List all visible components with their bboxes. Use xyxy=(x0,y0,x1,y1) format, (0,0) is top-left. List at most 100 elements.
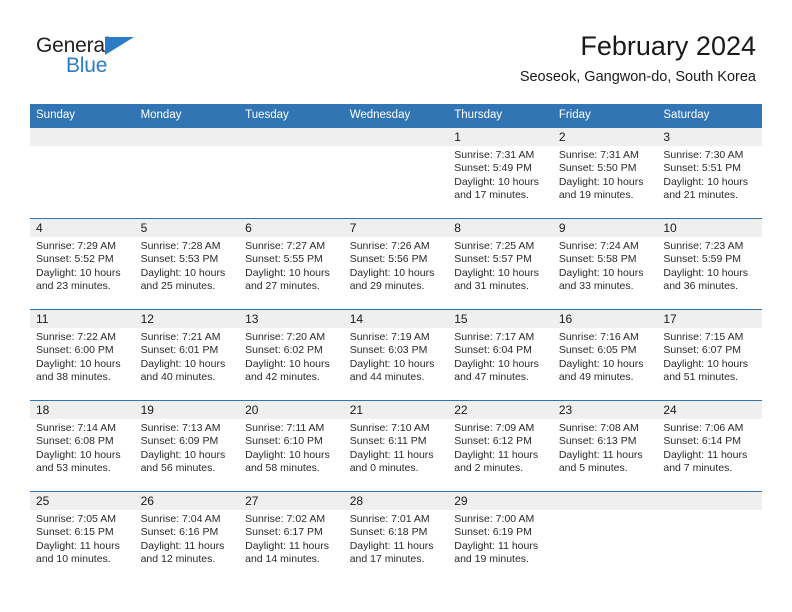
calendar-day-cell[interactable]: 25 Sunrise: 7:05 AM Sunset: 6:15 PM Dayligh… xyxy=(30,491,135,582)
calendar-day-cell[interactable]: 3 Sunrise: 7:30 AM Sunset: 5:51 PM Daylight… xyxy=(657,127,762,219)
calendar-day-cell[interactable]: 1 Sunrise: 7:31 AM Sunset: 5:49 PM Daylight… xyxy=(448,127,553,219)
daylight-duration-line-1: Daylight: 10 hours xyxy=(140,266,226,279)
calendar-header-row: Sunday Monday Tuesday Wednesday Thursday Frid… xyxy=(30,104,762,128)
sunset-time: Sunset: 6:00 PM xyxy=(36,344,114,357)
sunrise-time: Sunrise: 7:23 AM xyxy=(663,240,744,252)
day-details: Sunrise: 7:02 AM Sunset: 6:17 PM Daylight:… xyxy=(239,510,344,567)
daylight-duration-line-2: and 7 minutes. xyxy=(663,462,733,475)
day-number: 16 xyxy=(552,310,658,328)
calendar-day-cell[interactable]: 20 Sunrise: 7:11 AM Sunset: 6:10 PM Dayligh… xyxy=(239,400,344,492)
calendar-body: 1 Sunrise: 7:31 AM Sunset: 5:49 PM Daylight… xyxy=(30,127,762,582)
calendar-day-cell[interactable]: 4 Sunrise: 7:29 AM Sunset: 5:52 PM Daylight… xyxy=(30,218,135,310)
daylight-duration-line-2: and 0 minutes. xyxy=(349,462,419,475)
day-cell-inner xyxy=(657,492,762,582)
daylight-duration-line-2: and 51 minutes. xyxy=(663,371,739,384)
sunset-time: Sunset: 5:49 PM xyxy=(454,162,532,175)
calendar-day-cell-empty xyxy=(657,491,762,582)
calendar-day-cell[interactable]: 16 Sunrise: 7:16 AM Sunset: 6:05 PM Dayligh… xyxy=(552,309,658,401)
calendar-day-cell[interactable]: 11 Sunrise: 7:22 AM Sunset: 6:00 PM Dayligh… xyxy=(30,309,135,401)
sunset-time: Sunset: 6:08 PM xyxy=(36,435,114,448)
calendar-day-cell[interactable]: 23 Sunrise: 7:08 AM Sunset: 6:13 PM Dayligh… xyxy=(552,400,658,492)
calendar-week-row: 11 Sunrise: 7:22 AM Sunset: 6:00 PM Dayligh… xyxy=(30,309,762,401)
calendar-day-cell[interactable]: 26 Sunrise: 7:04 AM Sunset: 6:16 PM Dayligh… xyxy=(134,491,240,582)
daylight-duration-line-1: Daylight: 10 hours xyxy=(454,175,539,188)
weekday-header-monday: Monday xyxy=(134,104,240,128)
calendar-day-cell[interactable]: 7 Sunrise: 7:26 AM Sunset: 5:56 PM Daylight… xyxy=(343,218,449,310)
calendar-day-cell[interactable]: 6 Sunrise: 7:27 AM Sunset: 5:55 PM Daylight… xyxy=(239,218,344,310)
day-details: Sunrise: 7:08 AM Sunset: 6:13 PM Daylight:… xyxy=(553,419,658,476)
day-details: Sunrise: 7:28 AM Sunset: 5:53 PM Daylight:… xyxy=(135,237,240,294)
day-details: Sunrise: 7:00 AM Sunset: 6:19 PM Daylight:… xyxy=(448,510,553,567)
calendar-day-cell[interactable]: 19 Sunrise: 7:13 AM Sunset: 6:09 PM Dayligh… xyxy=(134,400,240,492)
calendar-day-cell[interactable]: 14 Sunrise: 7:19 AM Sunset: 6:03 PM Dayligh… xyxy=(343,309,449,401)
calendar-day-cell-empty xyxy=(343,127,449,219)
daylight-duration-line-1: Daylight: 11 hours xyxy=(140,539,225,552)
calendar-day-cell[interactable]: 18 Sunrise: 7:14 AM Sunset: 6:08 PM Dayligh… xyxy=(30,400,135,492)
page-header: General Blue February 2024 Seoseok, Gang… xyxy=(36,30,756,100)
calendar-day-cell[interactable]: 9 Sunrise: 7:24 AM Sunset: 5:58 PM Daylight… xyxy=(552,218,658,310)
day-details: Sunrise: 7:15 AM Sunset: 6:07 PM Daylight:… xyxy=(657,328,762,385)
daylight-duration-line-2: and 14 minutes. xyxy=(245,553,320,566)
sunset-time: Sunset: 6:02 PM xyxy=(245,344,323,357)
daylight-duration-line-2: and 36 minutes. xyxy=(663,280,739,293)
calendar-day-cell[interactable]: 8 Sunrise: 7:25 AM Sunset: 5:57 PM Daylight… xyxy=(448,218,553,310)
daylight-duration-line-1: Daylight: 10 hours xyxy=(245,357,330,370)
sunrise-time: Sunrise: 7:10 AM xyxy=(349,422,430,434)
day-cell-inner: 19 Sunrise: 7:13 AM Sunset: 6:09 PM Dayligh… xyxy=(134,401,240,491)
day-number: 9 xyxy=(552,219,658,237)
calendar-day-cell[interactable]: 28 Sunrise: 7:01 AM Sunset: 6:18 PM Dayligh… xyxy=(343,491,449,582)
day-cell-inner: 24 Sunrise: 7:06 AM Sunset: 6:14 PM Dayligh… xyxy=(657,401,762,491)
sunrise-time: Sunrise: 7:14 AM xyxy=(36,422,116,434)
sunrise-time: Sunrise: 7:19 AM xyxy=(349,331,430,343)
day-cell-inner: 1 Sunrise: 7:31 AM Sunset: 5:49 PM Daylight… xyxy=(448,128,553,218)
weekday-header-tuesday: Tuesday xyxy=(239,104,344,128)
day-cell-inner: 25 Sunrise: 7:05 AM Sunset: 6:15 PM Dayligh… xyxy=(30,492,135,582)
calendar-day-cell[interactable]: 10 Sunrise: 7:23 AM Sunset: 5:59 PM Dayligh… xyxy=(657,218,762,310)
weekday-header-friday: Friday xyxy=(552,104,658,128)
sunset-time: Sunset: 5:56 PM xyxy=(349,253,428,266)
day-details: Sunrise: 7:11 AM Sunset: 6:10 PM Daylight:… xyxy=(239,419,344,476)
calendar-day-cell[interactable]: 2 Sunrise: 7:31 AM Sunset: 5:50 PM Daylight… xyxy=(552,127,658,219)
calendar-day-cell[interactable]: 29 Sunrise: 7:00 AM Sunset: 6:19 PM Dayligh… xyxy=(448,491,553,582)
calendar-day-cell[interactable]: 5 Sunrise: 7:28 AM Sunset: 5:53 PM Daylight… xyxy=(134,218,240,310)
day-cell-inner: 4 Sunrise: 7:29 AM Sunset: 5:52 PM Daylight… xyxy=(30,219,135,309)
day-cell-inner: 11 Sunrise: 7:22 AM Sunset: 6:00 PM Dayligh… xyxy=(30,310,135,400)
day-number xyxy=(657,492,762,510)
sunset-time: Sunset: 5:52 PM xyxy=(36,253,114,266)
calendar-day-cell[interactable]: 21 Sunrise: 7:10 AM Sunset: 6:11 PM Dayligh… xyxy=(343,400,449,492)
day-cell-inner xyxy=(343,128,449,218)
calendar-day-cell[interactable]: 15 Sunrise: 7:17 AM Sunset: 6:04 PM Dayligh… xyxy=(448,309,553,401)
sunset-time: Sunset: 6:17 PM xyxy=(245,526,323,539)
day-details: Sunrise: 7:14 AM Sunset: 6:08 PM Daylight:… xyxy=(30,419,135,476)
daylight-duration-line-2: and 17 minutes. xyxy=(349,553,425,566)
day-number: 10 xyxy=(657,219,762,237)
day-details: Sunrise: 7:20 AM Sunset: 6:02 PM Daylight:… xyxy=(239,328,344,385)
day-details: Sunrise: 7:25 AM Sunset: 5:57 PM Daylight:… xyxy=(448,237,553,294)
sunset-time: Sunset: 5:51 PM xyxy=(663,162,742,175)
calendar-day-cell[interactable]: 27 Sunrise: 7:02 AM Sunset: 6:17 PM Dayligh… xyxy=(239,491,344,582)
sunset-time: Sunset: 6:04 PM xyxy=(454,344,532,357)
sunrise-time: Sunrise: 7:16 AM xyxy=(558,331,639,343)
day-cell-inner: 28 Sunrise: 7:01 AM Sunset: 6:18 PM Dayligh… xyxy=(343,492,449,582)
calendar-day-cell[interactable]: 24 Sunrise: 7:06 AM Sunset: 6:14 PM Dayligh… xyxy=(657,400,762,492)
calendar-day-cell[interactable]: 22 Sunrise: 7:09 AM Sunset: 6:12 PM Dayligh… xyxy=(448,400,553,492)
sunrise-time: Sunrise: 7:31 AM xyxy=(454,149,535,161)
calendar-day-cell[interactable]: 17 Sunrise: 7:15 AM Sunset: 6:07 PM Dayligh… xyxy=(657,309,762,401)
daylight-duration-line-1: Daylight: 10 hours xyxy=(140,357,226,370)
calendar-day-cell[interactable]: 13 Sunrise: 7:20 AM Sunset: 6:02 PM Dayligh… xyxy=(239,309,344,401)
day-details: Sunrise: 7:06 AM Sunset: 6:14 PM Daylight:… xyxy=(657,419,762,476)
daylight-duration-line-1: Daylight: 10 hours xyxy=(349,266,435,279)
sunrise-time: Sunrise: 7:02 AM xyxy=(245,513,326,525)
sunset-time: Sunset: 5:50 PM xyxy=(558,162,637,175)
day-number: 24 xyxy=(657,401,762,419)
daylight-duration-line-2: and 27 minutes. xyxy=(245,280,320,293)
weekday-header-saturday: Saturday xyxy=(657,104,762,128)
calendar-day-cell[interactable]: 12 Sunrise: 7:21 AM Sunset: 6:01 PM Dayligh… xyxy=(134,309,240,401)
daylight-duration-line-2: and 10 minutes. xyxy=(36,553,111,566)
day-details: Sunrise: 7:31 AM Sunset: 5:50 PM Daylight:… xyxy=(553,146,658,203)
day-cell-inner: 26 Sunrise: 7:04 AM Sunset: 6:16 PM Dayligh… xyxy=(134,492,240,582)
sunrise-time: Sunrise: 7:17 AM xyxy=(454,331,535,343)
calendar-week-row: 1 Sunrise: 7:31 AM Sunset: 5:49 PM Daylight… xyxy=(30,127,762,219)
day-number xyxy=(134,128,240,146)
day-number xyxy=(239,128,344,146)
